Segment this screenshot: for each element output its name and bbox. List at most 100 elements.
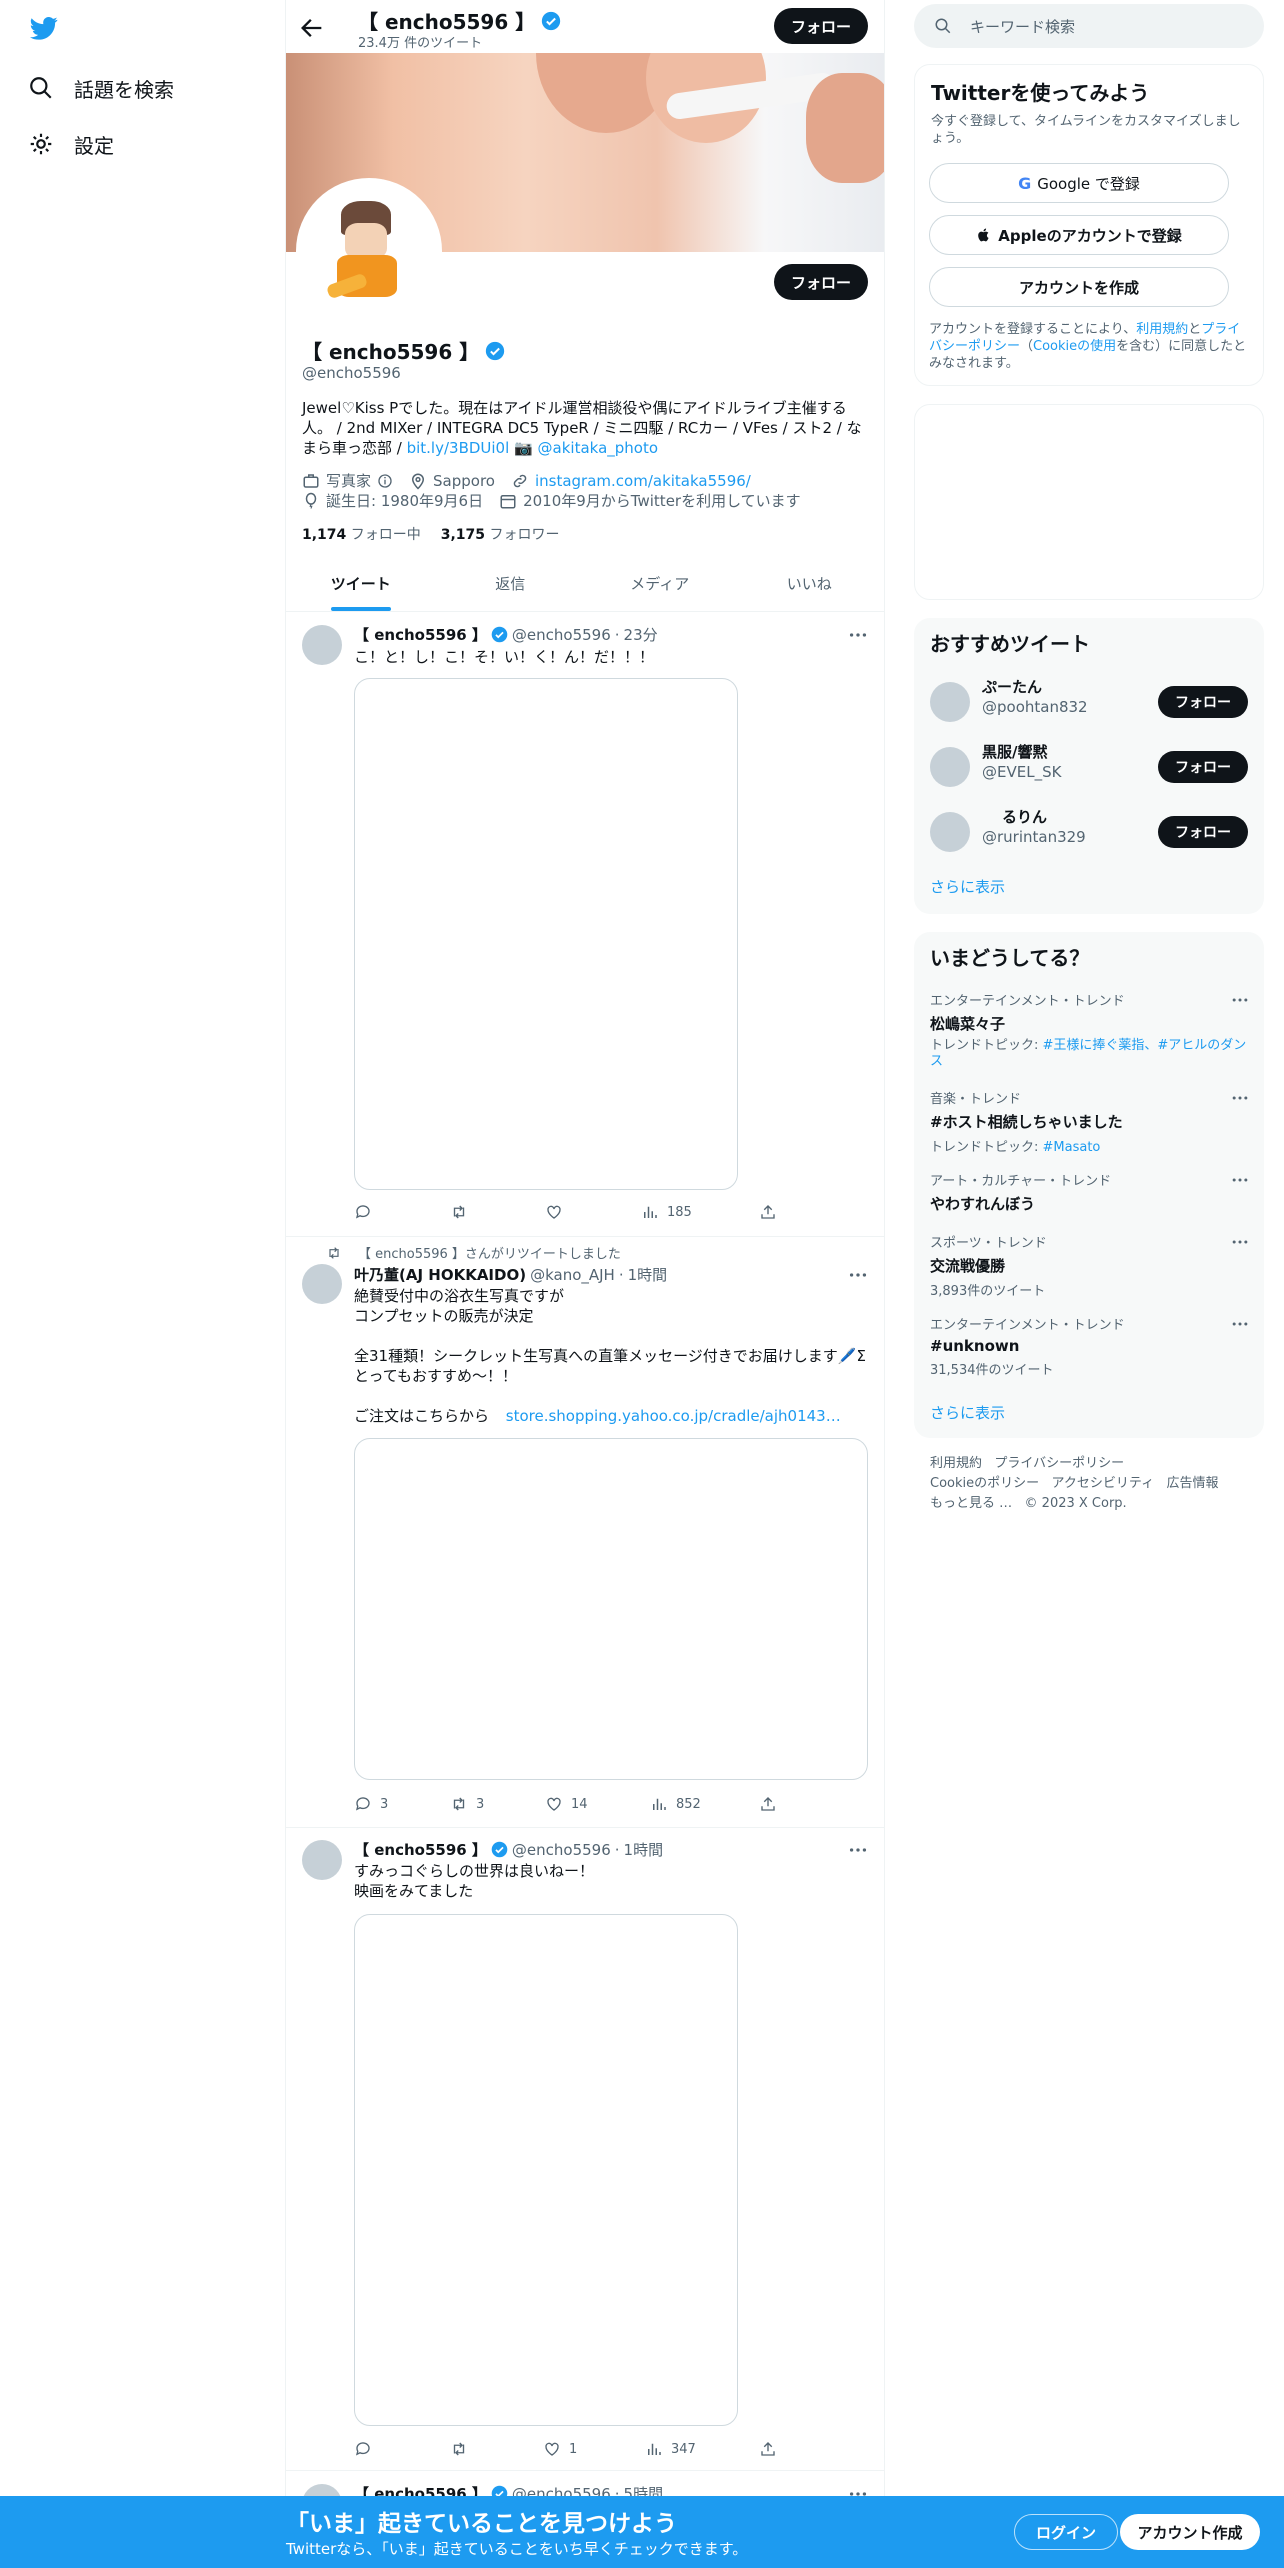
signup-button[interactable]: アカウント作成 xyxy=(1120,2514,1260,2550)
tweet-text-line: 全31種類！シークレット生写真への直筆メッセージ付きでお届けします🖊️Σ xyxy=(354,1347,866,1365)
tweet-time[interactable]: 1時間 xyxy=(628,1264,668,1285)
trend-name: #ホスト相続しちゃいました xyxy=(930,1113,1123,1131)
recommend-user[interactable]: るりん @rurintan329 フォロー xyxy=(930,806,1248,858)
views-action[interactable]: 185 xyxy=(641,1203,692,1221)
reply-count: 3 xyxy=(380,1796,389,1812)
share-icon xyxy=(759,1795,777,1813)
trend-category: アート・カルチャー・トレンド xyxy=(930,1174,1112,1189)
retweet-action[interactable] xyxy=(450,1203,476,1221)
tweet-avatar[interactable] xyxy=(302,625,342,665)
profile-website[interactable]: instagram.com/akitaka5596/ xyxy=(535,472,751,490)
retweet-context-label[interactable]: 【 encho5596 】さんがリツイートしました xyxy=(358,1243,621,1262)
recommend-user[interactable]: 黒服/響黙 @EVEL_SK フォロー xyxy=(930,741,1248,793)
tweet-time[interactable]: 23分 xyxy=(624,624,658,645)
follow-button[interactable]: フォロー xyxy=(1158,816,1248,848)
more-options-icon[interactable] xyxy=(1230,1170,1250,1190)
like-action[interactable]: 1 xyxy=(543,2440,577,2458)
heart-icon xyxy=(543,2440,561,2458)
trend-item[interactable]: エンターテインメント・トレンド 松嶋菜々子 トレンドトピック: #王様に捧ぐ薬指… xyxy=(930,990,1250,1070)
apple-signup-button[interactable]: Appleのアカウントで登録 xyxy=(929,215,1229,255)
back-arrow-icon[interactable] xyxy=(298,14,326,42)
tweet-avatar[interactable] xyxy=(302,1264,342,1304)
trend-subtext: 31,534件のツイート xyxy=(930,1363,1054,1378)
info-icon[interactable] xyxy=(377,473,393,489)
login-button[interactable]: ログイン xyxy=(1014,2514,1118,2550)
tweet-media[interactable] xyxy=(354,678,738,1190)
trend-topic-link[interactable]: #Masato xyxy=(1043,1140,1101,1155)
reply-action[interactable]: 3 xyxy=(354,1795,388,1813)
followers-link[interactable]: 3,175 フォロワー xyxy=(441,524,560,544)
like-action[interactable] xyxy=(545,1203,571,1221)
share-action[interactable] xyxy=(759,2440,777,2458)
cookie-link[interactable]: Cookieの使用 xyxy=(1033,339,1116,354)
header-follow-button[interactable]: フォロー xyxy=(774,8,868,44)
tweet-media[interactable] xyxy=(354,1914,738,2426)
create-account-button[interactable]: アカウントを作成 xyxy=(929,267,1229,307)
following-link[interactable]: 1,174 フォロー中 xyxy=(302,524,421,544)
tweet-author-name[interactable]: 【 encho5596 】 xyxy=(354,1839,487,1860)
trend-subtext: 3,893件のツイート xyxy=(930,1284,1046,1299)
tweet-media[interactable] xyxy=(354,1438,868,1780)
nav-settings-label: 設定 xyxy=(74,133,114,158)
twitter-logo-icon[interactable] xyxy=(28,14,60,42)
reply-action[interactable] xyxy=(354,2440,380,2458)
like-action[interactable]: 14 xyxy=(545,1795,588,1813)
briefcase-icon xyxy=(302,472,320,490)
bio-link[interactable]: bit.ly/3BDUi0l xyxy=(407,439,510,457)
tab-replies[interactable]: 返信 xyxy=(436,556,586,611)
tab-likes[interactable]: いいね xyxy=(735,556,885,611)
search-box[interactable]: キーワード検索 xyxy=(914,4,1264,48)
views-chart-icon xyxy=(645,2440,663,2458)
recommend-more-link[interactable]: さらに表示 xyxy=(930,876,1005,897)
tweet-author-name[interactable]: 【 encho5596 】 xyxy=(354,624,487,645)
footer-ads-link[interactable]: 広告情報 xyxy=(1167,1476,1219,1491)
trend-item[interactable]: スポーツ・トレンド 交流戦優勝 3,893件のツイート xyxy=(930,1232,1250,1299)
nav-settings[interactable]: 設定 xyxy=(28,126,114,162)
follow-button[interactable]: フォロー xyxy=(1158,686,1248,718)
tab-tweets[interactable]: ツイート xyxy=(286,556,436,611)
search-input[interactable]: キーワード検索 xyxy=(970,16,1075,37)
more-options-icon[interactable] xyxy=(846,624,870,646)
more-options-icon[interactable] xyxy=(1230,990,1250,1010)
profile-follow-button[interactable]: フォロー xyxy=(774,264,868,300)
bio-mention[interactable]: @akitaka_photo xyxy=(538,439,659,457)
more-options-icon[interactable] xyxy=(846,1264,870,1286)
footer-more-link[interactable]: もっと見る … xyxy=(930,1496,1012,1511)
terms-link[interactable]: 利用規約 xyxy=(1136,322,1188,337)
trend-item[interactable]: 音楽・トレンド #ホスト相続しちゃいました トレンドトピック: #Masato xyxy=(930,1088,1250,1155)
following-count: 1,174 xyxy=(302,527,347,543)
trend-item[interactable]: アート・カルチャー・トレンド やわすれんぼう xyxy=(930,1170,1250,1214)
tweet-text: すみっコぐらしの世界は良いねー！ 映画をみてました xyxy=(354,1861,594,1901)
nav-explore-label: 話題を検索 xyxy=(74,77,174,102)
tweet-link[interactable]: store.shopping.yahoo.co.jp/cradle/ajh014… xyxy=(506,1407,841,1425)
more-options-icon[interactable] xyxy=(1230,1088,1250,1108)
trend-item[interactable]: エンターテインメント・トレンド #unknown 31,534件のツイート xyxy=(930,1314,1250,1378)
more-options-icon[interactable] xyxy=(846,1839,870,1861)
footer-cookie-link[interactable]: Cookieのポリシー xyxy=(930,1476,1039,1491)
views-action[interactable]: 852 xyxy=(650,1795,701,1813)
tweet-author-name[interactable]: 叶乃董(AJ HOKKAIDO) xyxy=(354,1264,526,1285)
retweet-action[interactable] xyxy=(450,2440,476,2458)
tweet-avatar[interactable] xyxy=(302,1840,342,1880)
share-action[interactable] xyxy=(759,1795,777,1813)
footer-terms-link[interactable]: 利用規約 xyxy=(930,1456,982,1471)
tweet-time[interactable]: 1時間 xyxy=(624,1839,664,1860)
reply-action[interactable] xyxy=(354,1203,380,1221)
more-options-icon[interactable] xyxy=(1230,1232,1250,1252)
retweet-action[interactable]: 3 xyxy=(450,1795,484,1813)
footer-accessibility-link[interactable]: アクセシビリティ xyxy=(1052,1476,1155,1491)
profile-avatar[interactable] xyxy=(296,178,442,324)
terms-text: （ xyxy=(1020,339,1034,354)
follow-button[interactable]: フォロー xyxy=(1158,751,1248,783)
more-options-icon[interactable] xyxy=(1230,1314,1250,1334)
recommend-user[interactable]: ぷーたん @poohtan832 フォロー xyxy=(930,676,1248,728)
google-signup-button[interactable]: G Google で登録 xyxy=(929,163,1229,203)
nav-explore[interactable]: 話題を検索 xyxy=(28,70,174,106)
views-action[interactable]: 347 xyxy=(645,2440,696,2458)
trends-more-link[interactable]: さらに表示 xyxy=(930,1402,1005,1423)
header-title: 【 encho5596 】 xyxy=(358,6,561,35)
footer-privacy-link[interactable]: プライバシーポリシー xyxy=(994,1456,1124,1471)
tab-media[interactable]: メディア xyxy=(585,556,735,611)
avatar xyxy=(930,682,970,722)
share-action[interactable] xyxy=(759,1203,777,1221)
